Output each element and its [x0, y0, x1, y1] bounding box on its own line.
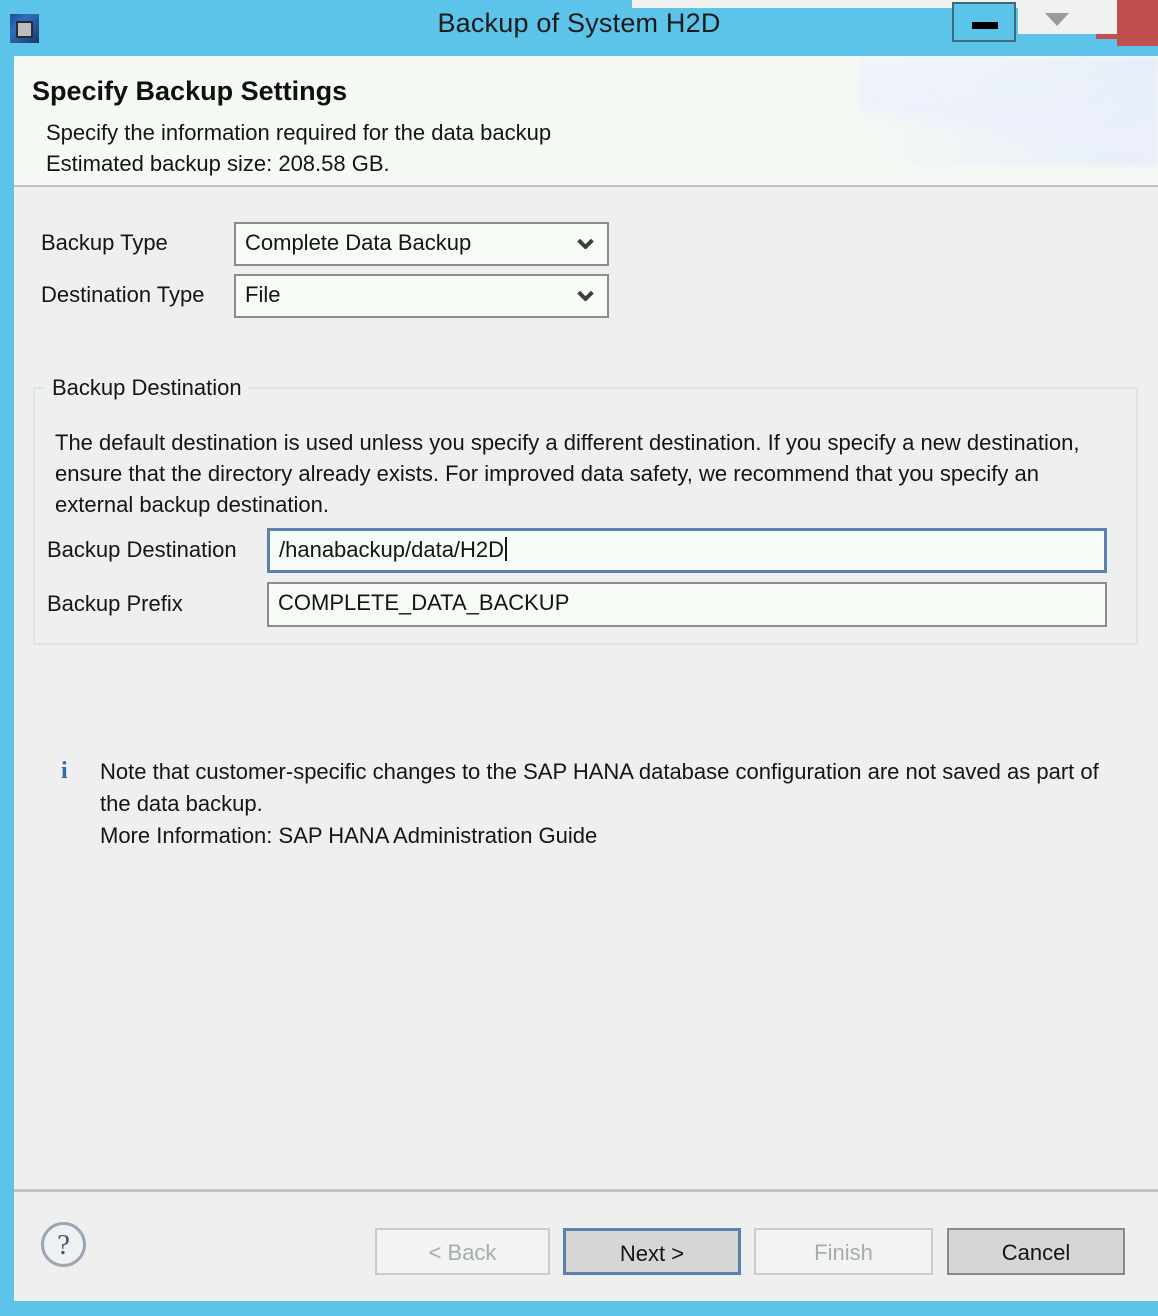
- help-button[interactable]: ?: [41, 1222, 86, 1267]
- cancel-button[interactable]: Cancel: [947, 1228, 1125, 1275]
- info-icon: i: [61, 758, 68, 784]
- note-more-information: More Information: SAP HANA Administratio…: [100, 823, 598, 848]
- restore-underline: [1018, 34, 1096, 39]
- estimated-size-text: Estimated backup size: 208.58 GB.: [46, 151, 390, 176]
- backup-destination-label: Backup Destination: [47, 537, 237, 562]
- minimize-button[interactable]: [952, 2, 1016, 42]
- titlebar-gap: [1096, 0, 1117, 38]
- backup-prefix-label: Backup Prefix: [47, 591, 183, 616]
- finish-button[interactable]: Finish: [754, 1228, 933, 1275]
- title-bar: Backup of System H2D: [0, 0, 1158, 56]
- text-caret: [505, 537, 508, 561]
- page-title: Specify Backup Settings: [32, 76, 348, 106]
- destination-type-value: File: [245, 282, 281, 307]
- backup-destination-text: /hanabackup/data/H2D: [279, 537, 505, 562]
- chevron-down-icon: [577, 290, 593, 306]
- backup-prefix-input[interactable]: COMPLETE_DATA_BACKUP: [267, 582, 1107, 627]
- backup-type-value: Complete Data Backup: [245, 230, 472, 255]
- minimize-icon: [972, 22, 998, 29]
- restore-button[interactable]: [1018, 0, 1096, 38]
- back-button[interactable]: < Back: [375, 1228, 550, 1275]
- backup-destination-group-title: Backup Destination: [45, 375, 249, 401]
- backup-type-label: Backup Type: [41, 230, 168, 255]
- close-button[interactable]: [1117, 0, 1158, 46]
- backup-destination-value: /hanabackup/data/H2D: [279, 537, 508, 563]
- wizard-header: Specify Backup Settings Specify the info…: [14, 56, 1158, 187]
- dialog-client-area: Specify Backup Settings Specify the info…: [14, 56, 1158, 1301]
- chevron-down-icon: [1045, 13, 1069, 26]
- header-banner-image: [858, 56, 1158, 166]
- page-subtitle: Specify the information required for the…: [46, 120, 552, 145]
- destination-type-select[interactable]: File: [234, 274, 609, 318]
- backup-prefix-value: COMPLETE_DATA_BACKUP: [278, 590, 570, 615]
- next-button[interactable]: Next >: [563, 1228, 741, 1275]
- note-text: Note that customer-specific changes to t…: [100, 759, 1099, 816]
- note-block: Note that customer-specific changes to t…: [100, 756, 1120, 852]
- button-bar-separator: [14, 1189, 1158, 1192]
- backup-destination-description: The default destination is used unless y…: [55, 430, 1080, 517]
- close-underline: [1096, 34, 1158, 39]
- backup-destination-input[interactable]: /hanabackup/data/H2D: [267, 528, 1107, 573]
- chevron-down-icon: [577, 238, 593, 254]
- destination-type-label: Destination Type: [41, 282, 205, 307]
- backup-wizard-window: Backup of System H2D Specify Backup Sett…: [0, 0, 1158, 1316]
- backup-type-select[interactable]: Complete Data Backup: [234, 222, 609, 266]
